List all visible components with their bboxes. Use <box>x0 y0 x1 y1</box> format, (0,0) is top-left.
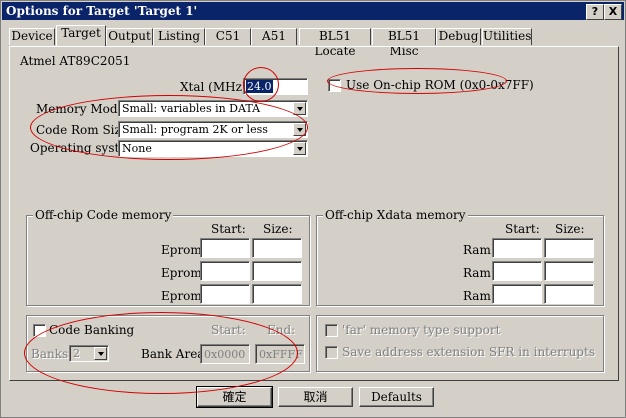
tab-listing[interactable]: Listing <box>153 28 205 45</box>
ram-start-input-1[interactable] <box>492 238 542 258</box>
bank-start-value: 0x0000 <box>204 348 246 361</box>
bank-end-value: 0xFFFF <box>259 348 303 361</box>
ram-start-input-3[interactable] <box>492 284 542 304</box>
code-rom-size-value: Small: program 2K or less <box>122 123 268 136</box>
code-start-header: Start: <box>211 222 246 236</box>
eprom-size-input-3[interactable] <box>252 284 302 304</box>
ok-button[interactable]: 確定 <box>196 386 273 408</box>
cancel-button[interactable]: 取消 <box>278 387 353 407</box>
close-button[interactable]: X <box>604 4 622 20</box>
ram-label: Ram <box>463 266 491 280</box>
xtal-input[interactable]: 24.0 <box>243 78 308 95</box>
memory-model-select[interactable]: Small: variables in DATA <box>118 100 308 117</box>
offchip-xdata-group: Off-chip Xdata memory Start: Size: Ram R… <box>316 208 604 306</box>
offchip-code-title: Off-chip Code memory <box>33 208 174 222</box>
eprom-size-input-2[interactable] <box>252 261 302 281</box>
chevron-down-icon[interactable] <box>293 123 306 136</box>
tab-debug[interactable]: Debug <box>436 28 481 45</box>
save-sfr-checkbox[interactable] <box>325 346 338 359</box>
tab-device[interactable]: Device <box>9 28 55 45</box>
chevron-down-icon[interactable] <box>293 142 306 155</box>
far-memory-label: 'far' memory type support <box>342 323 501 337</box>
eprom-size-input-1[interactable] <box>252 238 302 258</box>
device-name: Atmel AT89C2051 <box>20 54 131 68</box>
tab-a51[interactable]: A51 <box>251 28 297 45</box>
save-sfr-label: Save address extension SFR in interrupts <box>342 345 595 359</box>
tab-bl51-locate[interactable]: BL51 Locate <box>299 28 371 58</box>
tab-target[interactable]: Target <box>56 25 106 46</box>
window-title: Options for Target 'Target 1' <box>6 4 198 18</box>
far-memory-checkbox[interactable] <box>325 324 338 337</box>
options-dialog: Options for Target 'Target 1' ? X Device… <box>0 0 626 418</box>
offchip-xdata-title: Off-chip Xdata memory <box>323 208 468 222</box>
bank-end-input[interactable]: 0xFFFF <box>255 344 305 364</box>
xdata-size-header: Size: <box>555 222 585 236</box>
bank-start-header: Start: <box>211 323 246 337</box>
extended-options-group: 'far' memory type support Save address e… <box>316 315 604 372</box>
eprom-label: Eprom <box>161 243 202 257</box>
chevron-down-icon[interactable] <box>94 347 107 360</box>
onchip-rom-checkbox[interactable] <box>328 79 341 92</box>
ram-label: Ram <box>463 289 491 303</box>
ram-size-input-3[interactable] <box>544 284 594 304</box>
tab-c51[interactable]: C51 <box>205 28 251 45</box>
banks-select[interactable]: 2 <box>69 345 109 362</box>
offchip-code-group: Off-chip Code memory Start: Size: Eprom … <box>26 208 310 306</box>
tab-bl51-misc[interactable]: BL51 Misc <box>372 28 436 58</box>
code-size-header: Size: <box>263 222 293 236</box>
code-rom-size-select[interactable]: Small: program 2K or less <box>118 121 308 138</box>
banks-label: Banks: <box>31 347 73 361</box>
eprom-start-input-3[interactable] <box>200 284 250 304</box>
ram-size-input-2[interactable] <box>544 261 594 281</box>
xtal-value: 24.0 <box>246 80 273 93</box>
bank-area-label: Bank Area: <box>141 347 209 361</box>
eprom-label: Eprom <box>161 289 202 303</box>
tab-output[interactable]: Output <box>106 28 153 45</box>
eprom-start-input-1[interactable] <box>200 238 250 258</box>
ram-size-input-1[interactable] <box>544 238 594 258</box>
eprom-start-input-2[interactable] <box>200 261 250 281</box>
onchip-rom-label: Use On-chip ROM (0x0-0x7FF) <box>346 78 534 92</box>
code-banking-group: Code Banking Start: End: Banks: 2 Bank A… <box>26 315 310 372</box>
help-button[interactable]: ? <box>586 4 604 20</box>
operating-system-select[interactable]: None <box>118 140 308 157</box>
code-banking-label: Code Banking <box>49 323 135 337</box>
defaults-button[interactable]: Defaults <box>359 387 434 407</box>
xdata-start-header: Start: <box>505 222 540 236</box>
memory-model-value: Small: variables in DATA <box>122 102 261 115</box>
target-panel: Atmel AT89C2051 Xtal (MHz): 24.0 Use On-… <box>9 46 619 381</box>
ram-label: Ram <box>463 243 491 257</box>
operating-system-value: None <box>122 142 152 155</box>
chevron-down-icon[interactable] <box>293 102 306 115</box>
title-bar: Options for Target 'Target 1' ? X <box>2 2 624 20</box>
banks-value: 2 <box>73 347 80 360</box>
xtal-label: Xtal (MHz): <box>180 80 251 94</box>
bank-start-input[interactable]: 0x0000 <box>200 344 250 364</box>
tab-utilities[interactable]: Utilities <box>482 28 532 45</box>
code-banking-checkbox[interactable] <box>33 324 46 337</box>
bank-end-header: End: <box>267 323 296 337</box>
ram-start-input-2[interactable] <box>492 261 542 281</box>
eprom-label: Eprom <box>161 266 202 280</box>
